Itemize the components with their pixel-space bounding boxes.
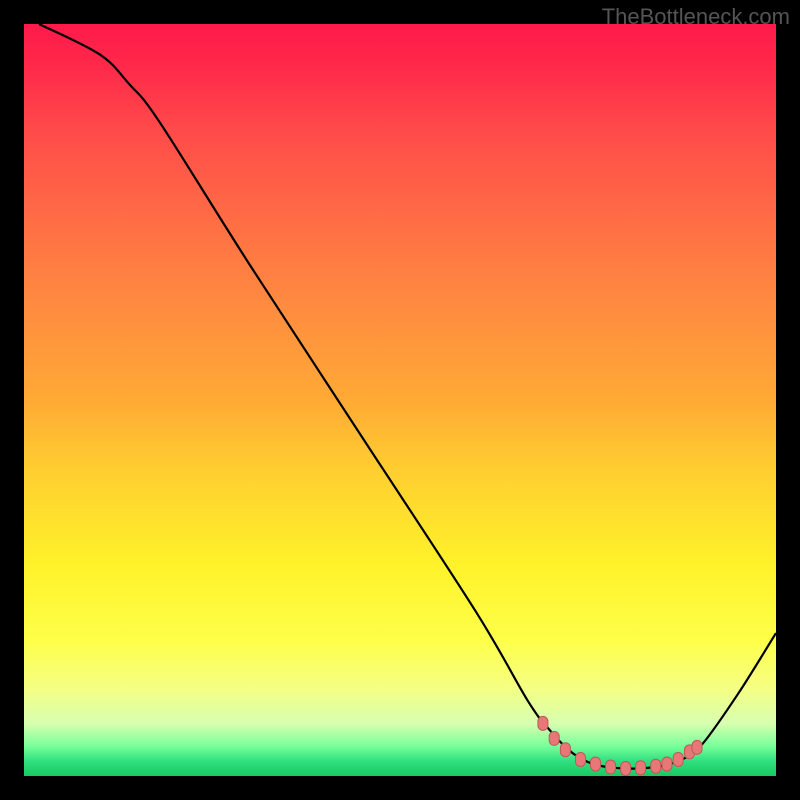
chart-marker	[621, 762, 631, 776]
chart-marker	[662, 757, 672, 771]
chart-marker	[673, 753, 683, 767]
chart-marker	[576, 753, 586, 767]
chart-marker	[606, 760, 616, 774]
chart-marker	[651, 759, 661, 773]
chart-marker	[560, 743, 570, 757]
chart-marker	[692, 740, 702, 754]
chart-marker	[538, 716, 548, 730]
chart-line	[39, 24, 776, 769]
watermark-text: TheBottleneck.com	[602, 4, 790, 30]
chart-svg	[24, 24, 776, 776]
chart-markers-group	[538, 716, 702, 775]
chart-plot-area	[24, 24, 776, 776]
chart-marker	[636, 761, 646, 775]
chart-marker	[549, 731, 559, 745]
chart-marker	[591, 757, 601, 771]
